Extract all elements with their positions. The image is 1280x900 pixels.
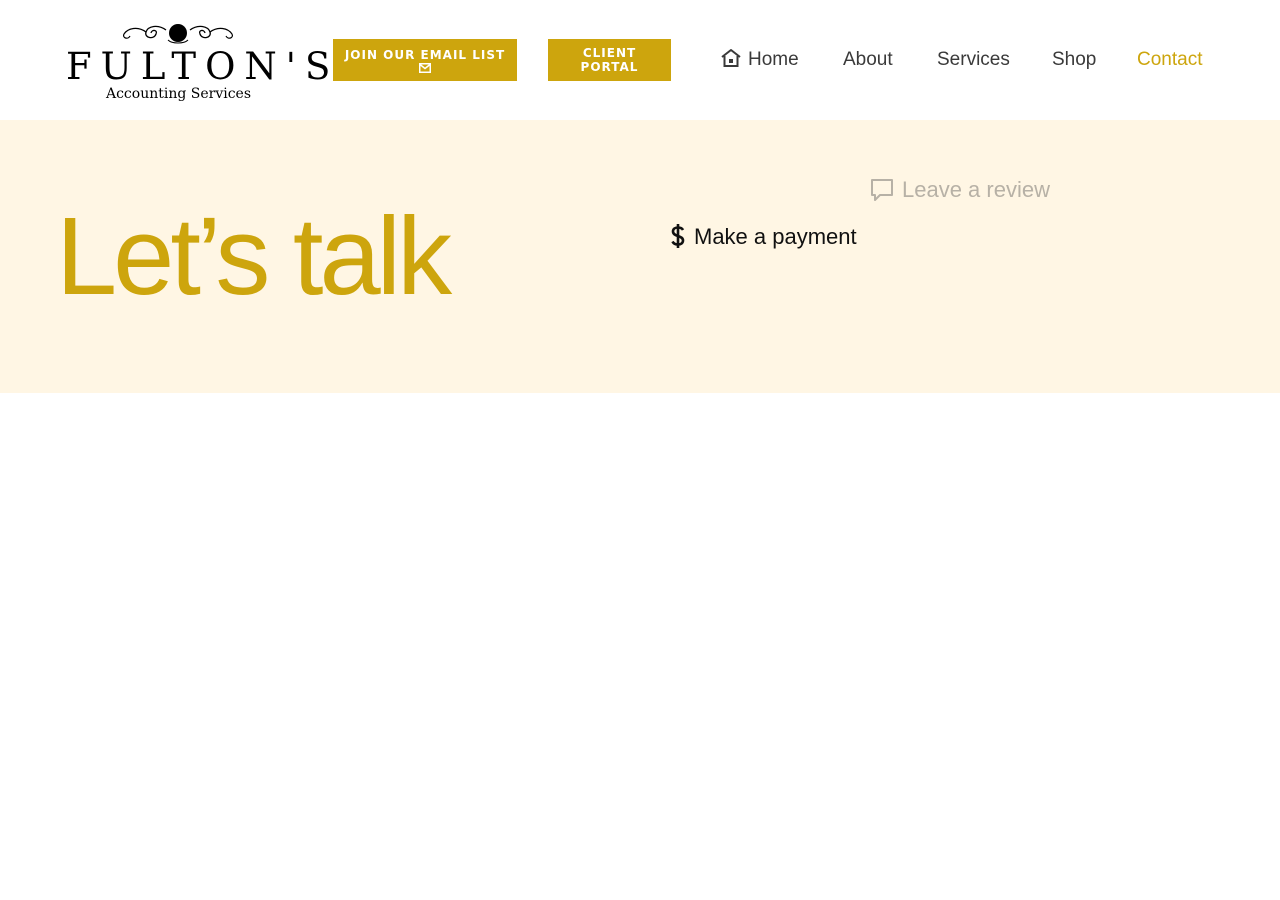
nav-item-about[interactable]: About [843,46,893,74]
join-email-list-button[interactable]: JOIN OUR EMAIL LIST [333,39,517,81]
leave-review-link[interactable]: Leave a review [870,175,1050,205]
page-title: Let’s talk [56,195,452,318]
nav-item-shop[interactable]: Shop [1052,46,1096,74]
hero-section: Let’s talk Leave a review Make a payment [0,120,1280,393]
comment-icon [871,179,893,201]
client-portal-label-line1: CLIENT [582,46,637,60]
site-logo[interactable]: FULTON'S Accounting Services [66,22,340,102]
site-header: FULTON'S Accounting Services JOIN OUR EM… [0,0,1280,120]
logo-tagline: Accounting Services [105,86,252,102]
nav-item-services[interactable]: Services [937,46,1010,74]
home-icon [721,49,741,67]
nav-item-home[interactable]: Home [720,46,799,74]
dollar-icon [671,224,685,248]
make-payment-label: Make a payment [694,224,857,249]
client-portal-button[interactable]: CLIENT PORTAL [548,39,671,81]
nav-item-home-label: Home [748,49,799,70]
make-payment-link[interactable]: Make a payment [670,222,857,252]
leave-review-label: Leave a review [902,177,1050,202]
join-email-list-label: JOIN OUR EMAIL LIST [344,47,506,62]
nav-item-contact[interactable]: Contact [1137,46,1202,74]
envelope-icon [419,62,431,73]
logo-wordmark: FULTON'S [66,45,340,88]
client-portal-label-line2: PORTAL [580,60,639,74]
